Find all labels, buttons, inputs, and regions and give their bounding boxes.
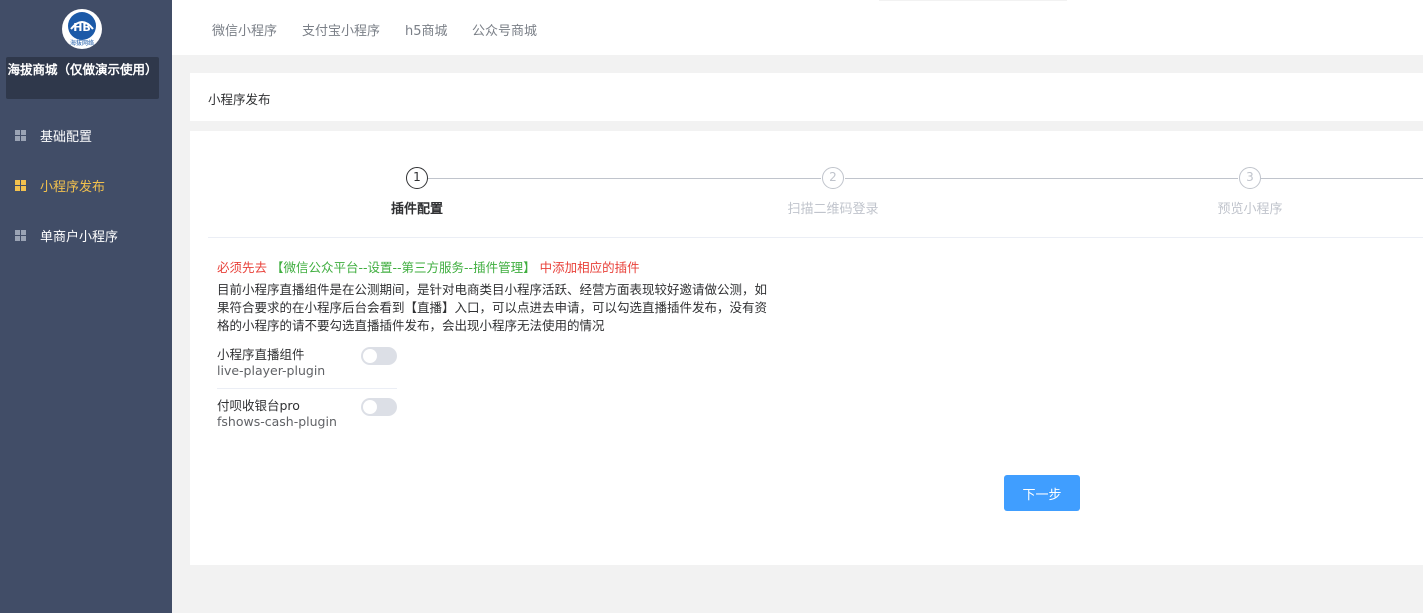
plugin-key: live-player-plugin	[217, 363, 326, 378]
step-connector	[845, 178, 1238, 179]
notice-suffix: 中添加相应的插件	[539, 260, 640, 275]
step-2-label: 扫描二维码登录	[787, 202, 879, 217]
breadcrumb-current: 小程序发布	[208, 92, 271, 107]
next-step-button[interactable]: 下一步	[1004, 475, 1080, 511]
plugin-live-player: 小程序直播组件 live-player-plugin	[217, 347, 397, 379]
plugin-notice: 必须先去 【微信公众平台--设置--第三方服务--插件管理】 中添加相应的插件	[217, 257, 640, 276]
sidebar-item-miniprogram-publish[interactable]: 小程序发布	[0, 165, 172, 205]
plugin-fshows-cash: 付呗收银台pro fshows-cash-plugin	[217, 398, 397, 430]
sidebar-item-label: 小程序发布	[40, 179, 106, 195]
tab-official-account-mall[interactable]: 公众号商城	[472, 20, 537, 39]
svg-text:HB: HB	[73, 21, 91, 34]
breadcrumb: 小程序发布	[190, 73, 1423, 121]
step-3-indicator: 3	[1239, 167, 1261, 189]
tab-h5-mall[interactable]: h5商城	[405, 20, 448, 39]
tab-alipay-miniprogram[interactable]: 支付宝小程序	[302, 20, 380, 39]
top-nav: 微信小程序 支付宝小程序 h5商城 公众号商城	[172, 0, 1423, 55]
step-2-indicator: 2	[822, 167, 844, 189]
main-panel: 1 2 3 插件配置 扫描二维码登录 预览小程序 必须先去 【微信公众平台--设…	[190, 131, 1423, 565]
divider	[208, 237, 1423, 238]
notice-prefix: 必须先去	[217, 260, 268, 275]
step-connector	[1261, 178, 1423, 179]
logo: HB 海拔网络	[62, 9, 102, 49]
sidebar-item-label: 单商户小程序	[40, 229, 119, 245]
plugin-key: fshows-cash-plugin	[217, 414, 337, 429]
notice-path: 【微信公众平台--设置--第三方服务--插件管理】	[271, 260, 536, 275]
step-3-label: 预览小程序	[1217, 202, 1283, 217]
divider	[217, 388, 397, 389]
sidebar-item-single-merchant[interactable]: 单商户小程序	[0, 215, 172, 255]
grid-icon	[15, 129, 26, 141]
sidebar-item-label: 基础配置	[40, 129, 93, 145]
step-1-indicator: 1	[406, 167, 428, 189]
fshows-cash-toggle[interactable]	[361, 398, 397, 416]
logo-icon: HB 海拔网络	[68, 12, 96, 47]
grid-icon	[15, 179, 26, 191]
grid-icon	[15, 229, 26, 241]
sidebar-item-basic-config[interactable]: 基础配置	[0, 115, 172, 155]
tab-wechat-miniprogram[interactable]: 微信小程序	[212, 20, 277, 39]
live-player-toggle[interactable]	[361, 347, 397, 365]
step-1-label: 插件配置	[390, 202, 444, 217]
logo-text: 海拔网络	[70, 39, 94, 47]
shop-name: 海拔商城（仅做演示使用）	[6, 57, 159, 99]
step-connector	[428, 178, 821, 179]
plugin-description: 目前小程序直播组件是在公测期间，是针对电商类目小程序活跃、经营方面表现较好邀请做…	[217, 282, 768, 333]
sidebar: HB 海拔网络 海拔商城（仅做演示使用） 基础配置 小程序发布 单商户小程序	[0, 0, 172, 613]
